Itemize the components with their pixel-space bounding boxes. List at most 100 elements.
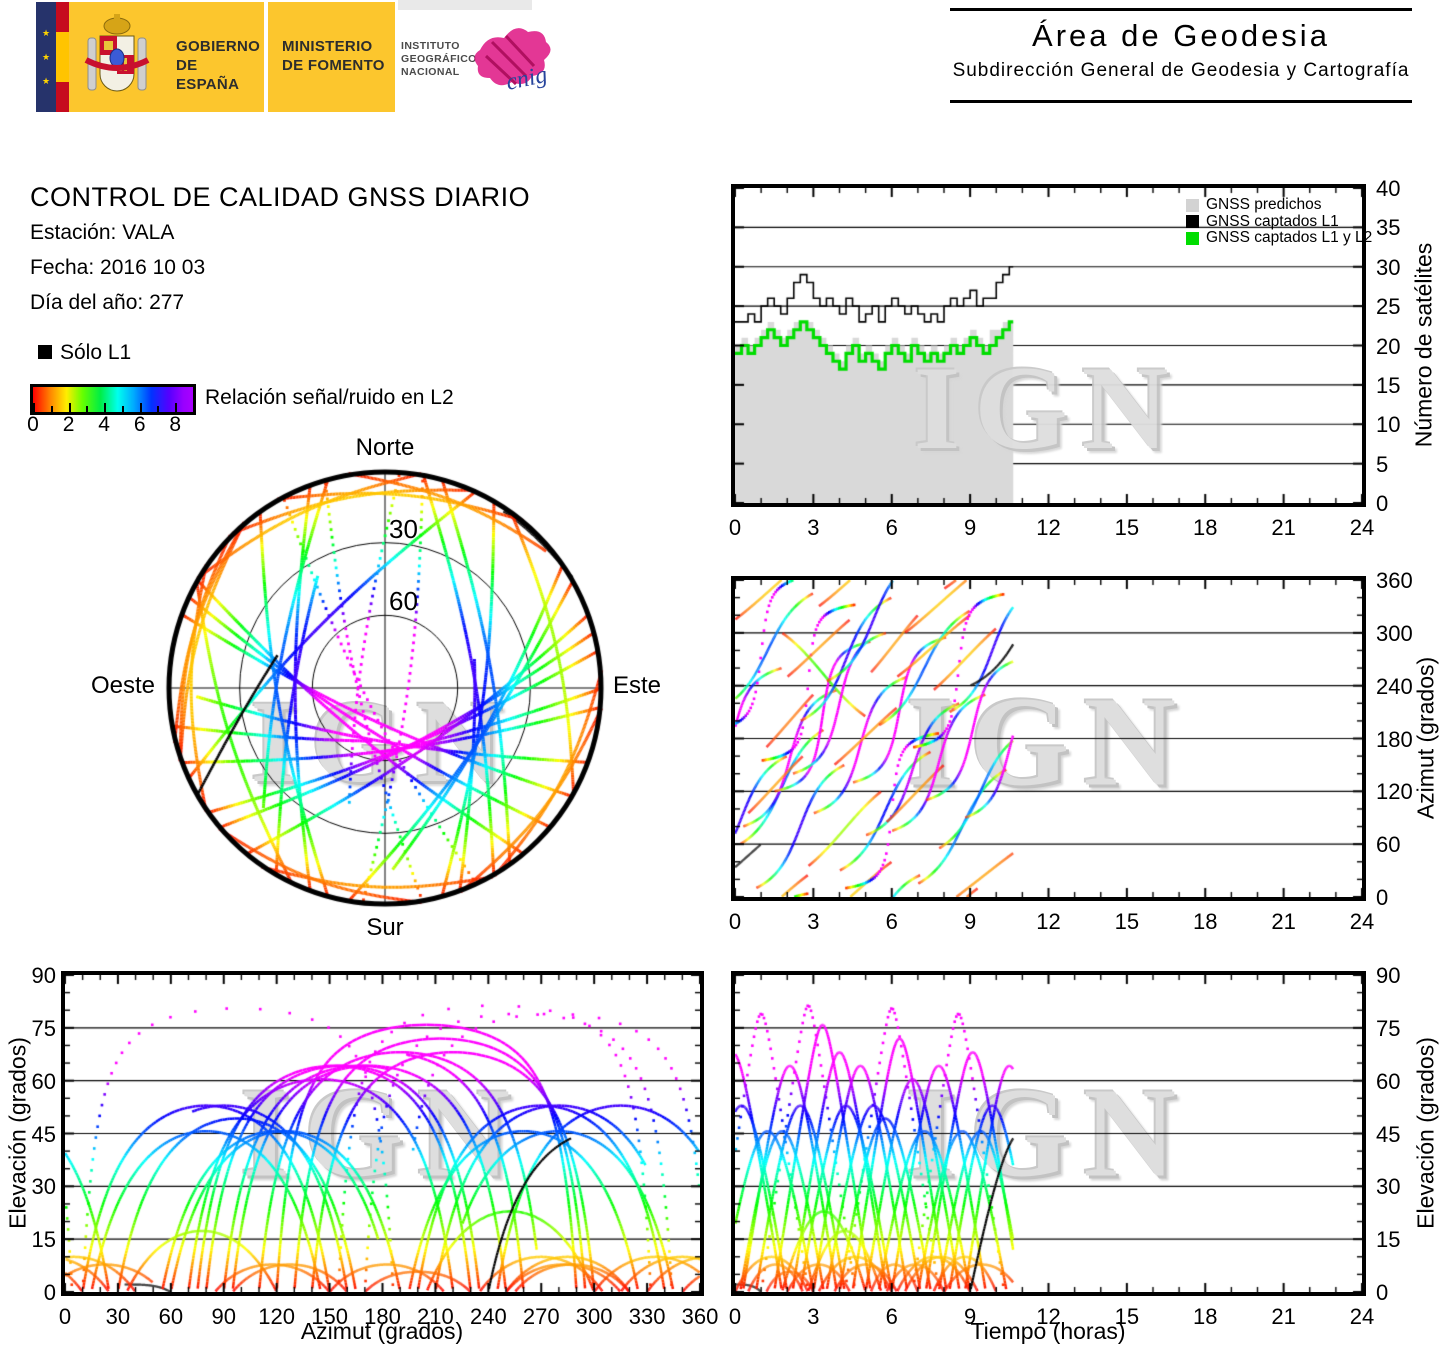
sats-x-tick: 15 (1115, 515, 1139, 541)
page: ★ ★ ★ GOBIERNO DE ESPAÑA (0, 0, 1445, 1350)
gobierno-label: GOBIERNO DE ESPAÑA (176, 37, 264, 94)
sats-x-tick: 0 (729, 515, 741, 541)
page-title: CONTROL DE CALIDAD GNSS DIARIO (30, 182, 530, 213)
colorbar-tick (86, 406, 88, 412)
colorbar-label: Relación señal/ruido en L2 (205, 386, 454, 410)
elaz-y-tick: 15 (8, 1227, 56, 1253)
eu-flag-strip: ★ ★ ★ (36, 2, 56, 112)
skyplot-canvas (165, 468, 605, 908)
sats-y-tick: 5 (1376, 452, 1388, 478)
azimuth-time-canvas (735, 580, 1362, 897)
elaz-x-tick: 180 (364, 1304, 401, 1330)
eltime-y-tick: 15 (1376, 1227, 1400, 1253)
cnig-logo-icon: cnig (462, 20, 558, 98)
colorbar-number: 4 (98, 413, 110, 437)
header-rule-top (950, 8, 1412, 11)
elaz-x-tick: 30 (106, 1304, 130, 1330)
sats-x-tick: 18 (1193, 515, 1217, 541)
sats-y-tick: 30 (1376, 255, 1400, 281)
legend-label: GNSS captados L1 y L2 (1206, 229, 1372, 247)
eltime-y-tick: 60 (1376, 1069, 1400, 1095)
doy-line: Día del año: 277 (30, 291, 184, 315)
sats-y-tick: 10 (1376, 412, 1400, 438)
elevation-azimuth-chart (61, 971, 704, 1296)
legend-label: GNSS predichos (1206, 196, 1321, 214)
colorbar-tick (175, 403, 177, 412)
gobierno-banner: ★ ★ ★ GOBIERNO DE ESPAÑA (36, 2, 264, 112)
colorbar-tick (122, 406, 124, 412)
eu-star-icon: ★ (42, 76, 50, 87)
legend-swatch (1186, 199, 1199, 212)
sats-y-tick: 35 (1376, 215, 1400, 241)
eu-star-icon: ★ (42, 52, 50, 63)
elevation-time-canvas (735, 975, 1362, 1292)
azimuth-time-chart (731, 576, 1366, 901)
elaz-y-tick: 75 (8, 1016, 56, 1042)
colorbar-number: 8 (169, 413, 181, 437)
az-x-tick: 3 (807, 909, 819, 935)
colorbar-tick (69, 403, 71, 412)
elaz-x-tick: 300 (576, 1304, 613, 1330)
l1-only-swatch (38, 345, 52, 359)
sats-x-tick: 24 (1350, 515, 1374, 541)
sky-north-label: Norte (325, 434, 445, 462)
az-x-tick: 21 (1271, 909, 1295, 935)
sky-west-label: Oeste (55, 672, 155, 700)
elaz-x-tick: 270 (523, 1304, 560, 1330)
sky-ring-30: 30 (389, 514, 418, 545)
az-y-tick: 360 (1376, 568, 1413, 594)
colorbar-number: 0 (27, 413, 39, 437)
az-y-title: Azimut (grados) (1413, 657, 1440, 819)
az-x-tick: 15 (1115, 909, 1139, 935)
colorbar-tick (51, 406, 53, 412)
spain-flag-strip (56, 2, 69, 112)
elevation-azimuth-canvas (65, 975, 700, 1292)
area-subtitle: Subdirección General de Geodesia y Carto… (950, 60, 1412, 82)
colorbar-tick (193, 406, 195, 412)
spain-coat-of-arms (74, 12, 160, 104)
elaz-y-tick: 60 (8, 1069, 56, 1095)
snr-colorbar (30, 384, 196, 415)
eltime-x-tick: 21 (1271, 1304, 1295, 1330)
eltime-x-tick: 18 (1193, 1304, 1217, 1330)
az-x-tick: 18 (1193, 909, 1217, 935)
elaz-x-tick: 210 (417, 1304, 454, 1330)
legend-item: GNSS captados L1 (1186, 213, 1339, 231)
colorbar-tick (140, 403, 142, 412)
header-gray-bar (398, 0, 532, 10)
eltime-x-tick: 15 (1115, 1304, 1139, 1330)
eltime-x-tick: 9 (964, 1304, 976, 1330)
elaz-x-tick: 360 (682, 1304, 719, 1330)
elaz-x-tick: 330 (629, 1304, 666, 1330)
eu-star-icon: ★ (42, 28, 50, 39)
sky-east-label: Este (613, 672, 661, 700)
eltime-x-tick: 3 (807, 1304, 819, 1330)
az-y-tick: 0 (1376, 885, 1388, 911)
az-y-tick: 240 (1376, 674, 1413, 700)
sats-x-tick: 9 (964, 515, 976, 541)
sky-south-label: Sur (325, 914, 445, 942)
elaz-x-tick: 240 (470, 1304, 507, 1330)
sats-x-tick: 6 (886, 515, 898, 541)
eltime-x-tick: 12 (1036, 1304, 1060, 1330)
elaz-x-tick: 150 (311, 1304, 348, 1330)
colorbar-number: 2 (63, 413, 75, 437)
az-x-tick: 9 (964, 909, 976, 935)
elaz-x-tick: 90 (212, 1304, 236, 1330)
eltime-y-tick: 45 (1376, 1122, 1400, 1148)
colorbar-tick (33, 403, 35, 412)
sats-y-tick: 20 (1376, 334, 1400, 360)
az-x-tick: 0 (729, 909, 741, 935)
eltime-y-title: Elevación (grados) (1413, 1037, 1440, 1229)
sats-y-title: Número de satélites (1411, 243, 1438, 448)
elaz-y-tick: 90 (8, 963, 56, 989)
sats-y-tick: 15 (1376, 373, 1400, 399)
ministerio-banner: MINISTERIO DE FOMENTO (268, 2, 395, 112)
elaz-x-tick: 0 (59, 1304, 71, 1330)
az-y-tick: 60 (1376, 832, 1400, 858)
date-line: Fecha: 2016 10 03 (30, 256, 205, 280)
header-rule-bottom (950, 100, 1412, 103)
eltime-y-tick: 0 (1376, 1280, 1388, 1306)
sky-ring-60: 60 (389, 586, 418, 617)
skyplot (165, 468, 605, 908)
